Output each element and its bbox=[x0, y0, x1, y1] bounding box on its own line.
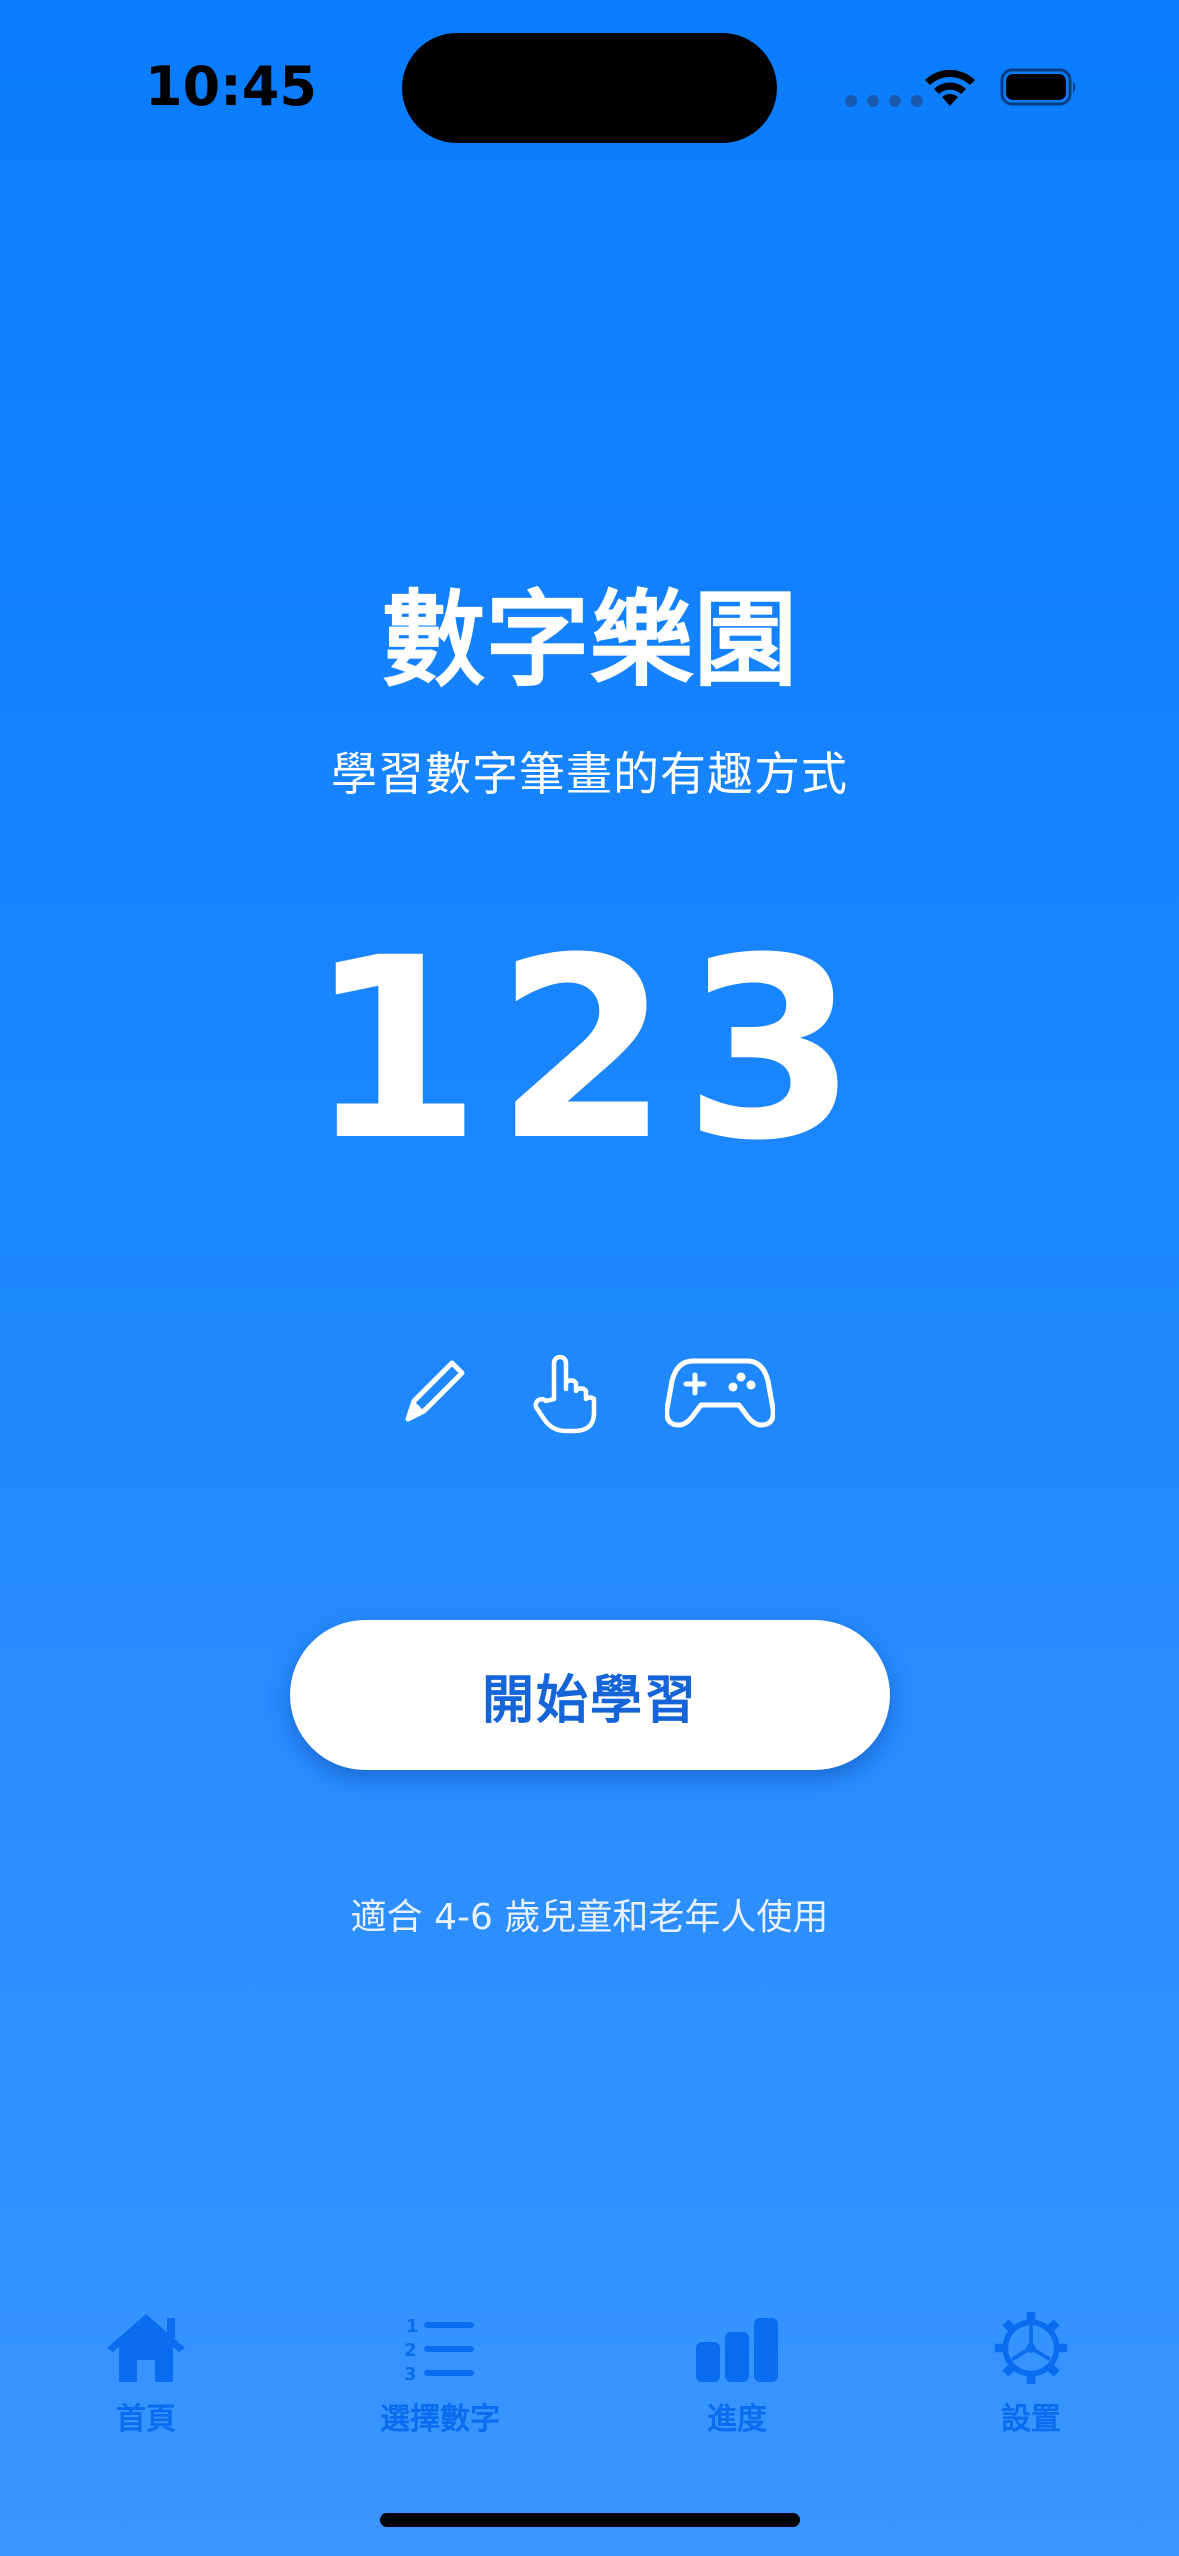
tab-home-label: 首頁 bbox=[116, 2402, 176, 2437]
app-title: 數字樂園 bbox=[381, 579, 798, 701]
gear-icon bbox=[994, 2311, 1068, 2385]
battery-icon bbox=[1000, 68, 1076, 106]
tab-bar: 首頁 1 2 3 選擇數字 進度 設置 bbox=[0, 2310, 1179, 2460]
start-learning-button[interactable]: 開始學習 bbox=[290, 1620, 890, 1770]
bar-chart-icon bbox=[696, 2318, 778, 2382]
tab-progress-label: 進度 bbox=[707, 2402, 767, 2437]
start-learning-label: 開始學習 bbox=[481, 1671, 698, 1730]
age-note: 適合 4-6 歲兒童和老年人使用 bbox=[350, 1897, 829, 1938]
tab-settings-label: 設置 bbox=[1001, 2402, 1061, 2437]
house-icon bbox=[107, 2314, 185, 2382]
tab-settings[interactable]: 設置 bbox=[931, 2310, 1131, 2438]
cellular-signal-icon bbox=[845, 95, 923, 107]
numbered-list-icon: 1 2 3 bbox=[404, 2316, 474, 2385]
feature-icons bbox=[0, 1355, 1179, 1435]
wifi-icon bbox=[925, 69, 975, 106]
tab-progress[interactable]: 進度 bbox=[637, 2310, 837, 2438]
app-subtitle: 學習數字筆畫的有趣方式 bbox=[331, 747, 848, 801]
svg-text:1: 1 bbox=[406, 2316, 419, 2337]
home-screen: 10:45 數字樂園 學習數字筆畫的有趣方式 123 開始學習 適合 4-6 歲… bbox=[0, 0, 1179, 2556]
dynamic-island bbox=[402, 33, 777, 143]
numbers-display: 123 bbox=[307, 904, 872, 1195]
tab-select-number-label: 選擇數字 bbox=[380, 2402, 500, 2437]
svg-text:3: 3 bbox=[404, 2364, 417, 2385]
svg-text:2: 2 bbox=[404, 2340, 417, 2361]
pencil-icon bbox=[405, 1360, 465, 1422]
status-time: 10:45 bbox=[145, 55, 317, 118]
gamepad-icon bbox=[665, 1358, 775, 1428]
tab-home[interactable]: 首頁 bbox=[46, 2310, 246, 2438]
tab-select-number[interactable]: 1 2 3 選擇數字 bbox=[340, 2310, 540, 2438]
home-indicator[interactable] bbox=[380, 2513, 800, 2527]
hand-point-icon bbox=[533, 1355, 597, 1434]
